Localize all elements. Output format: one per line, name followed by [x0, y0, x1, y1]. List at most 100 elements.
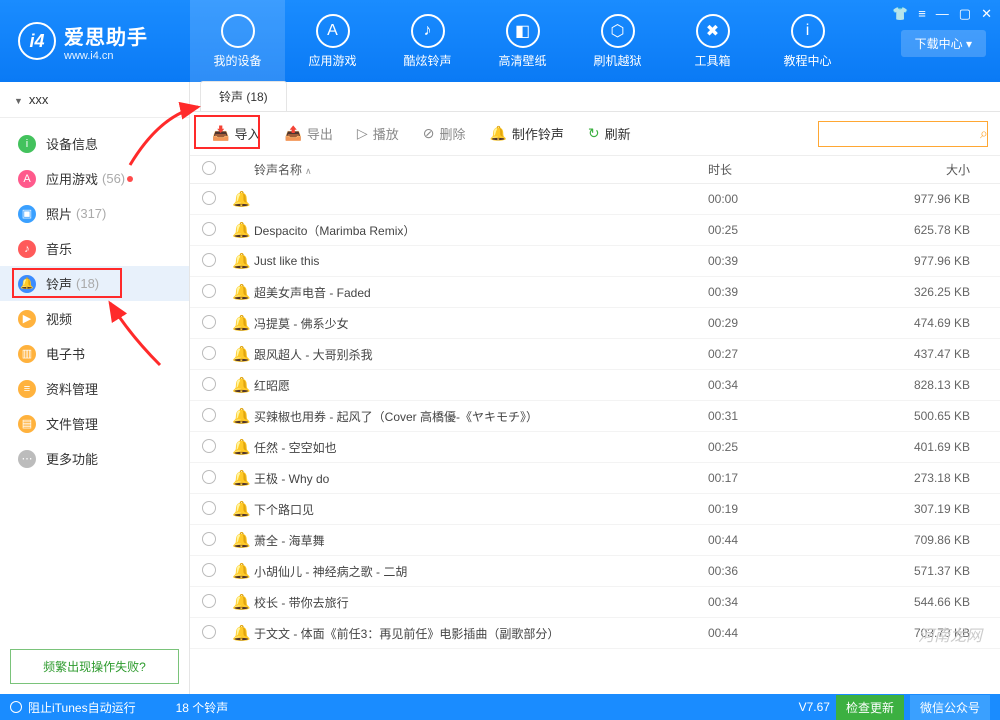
wechat-button[interactable]: 微信公众号 [910, 695, 990, 720]
table-row[interactable]: 🔔小胡仙儿 - 神经病之歌 - 二胡00:36571.37 KB [190, 556, 1000, 587]
table-row[interactable]: 🔔任然 - 空空如也00:25401.69 KB [190, 432, 1000, 463]
device-selector[interactable]: xxx [0, 82, 189, 118]
sidebar-label: 照片 [46, 204, 72, 223]
row-checkbox[interactable] [202, 625, 216, 639]
table-row[interactable]: 🔔跟风超人 - 大哥别杀我00:27437.47 KB [190, 339, 1000, 370]
search-box[interactable]: ⌕ [818, 121, 988, 147]
item-count: 18 个铃声 [176, 699, 229, 716]
table-row[interactable]: 🔔王极 - Why do00:17273.18 KB [190, 463, 1000, 494]
row-checkbox[interactable] [202, 594, 216, 608]
minimize-icon[interactable]: — [936, 6, 949, 22]
table-row[interactable]: 🔔冯提莫 - 佛系少女00:29474.69 KB [190, 308, 1000, 339]
bell-icon: 🔔 [232, 190, 254, 208]
close-icon[interactable]: ✕ [981, 6, 992, 22]
row-checkbox[interactable] [202, 439, 216, 453]
play-button[interactable]: ▷播放 [347, 119, 409, 148]
row-checkbox[interactable] [202, 284, 216, 298]
table-row[interactable]: 🔔Despacito（Marimba Remix）00:25625.78 KB [190, 215, 1000, 246]
export-button[interactable]: 📤导出 [274, 119, 342, 148]
select-all-checkbox[interactable] [202, 161, 216, 175]
search-input[interactable] [825, 127, 980, 141]
delete-button[interactable]: ⊘删除 [413, 119, 476, 148]
table-row[interactable]: 🔔萧全 - 海草舞00:44709.86 KB [190, 525, 1000, 556]
ringtone-name: 任然 - 空空如也 [254, 439, 708, 456]
bell-icon: 🔔 [232, 562, 254, 580]
sidebar-item-设备信息[interactable]: i设备信息 [0, 126, 189, 161]
ringtone-name: 萧全 - 海草舞 [254, 532, 708, 549]
nav-工具箱[interactable]: ✖工具箱 [665, 0, 760, 82]
sidebar-item-音乐[interactable]: ♪音乐 [0, 231, 189, 266]
itunes-block-toggle[interactable]: 阻止iTunes自动运行 [10, 699, 136, 716]
sidebar-item-视频[interactable]: ▶视频 [0, 301, 189, 336]
download-center-button[interactable]: 下载中心 ▾ [901, 30, 986, 57]
ringtone-name: 王极 - Why do [254, 470, 708, 487]
main-area: 铃声 (18) 📥导入 📤导出 ▷播放 ⊘删除 🔔制作铃声 ↻刷新 ⌕ 铃声名称… [190, 82, 1000, 694]
ringtone-duration: 00:29 [708, 316, 858, 330]
sidebar: xxx i设备信息A应用游戏(56)▣照片(317)♪音乐🔔铃声(18)▶视频▥… [0, 82, 190, 694]
row-checkbox[interactable] [202, 253, 216, 267]
import-button[interactable]: 📥导入 [202, 119, 270, 148]
nav-刷机越狱[interactable]: ⬡刷机越狱 [570, 0, 665, 82]
table-row[interactable]: 🔔于文文 - 体面《前任3：再见前任》电影插曲（副歌部分）00:44703.73… [190, 618, 1000, 649]
skin-icon[interactable]: 👕 [892, 6, 908, 22]
sidebar-item-更多功能[interactable]: ⋯更多功能 [0, 441, 189, 476]
row-checkbox[interactable] [202, 346, 216, 360]
row-checkbox[interactable] [202, 377, 216, 391]
ringtone-name: 买辣椒也用券 - 起风了（Cover 高橋優-《ヤキモチ》） [254, 408, 708, 425]
sidebar-count: (56) [102, 171, 125, 186]
table-row[interactable]: 🔔红昭愿00:34828.13 KB [190, 370, 1000, 401]
nav-我的设备[interactable]: 我的设备 [190, 0, 285, 82]
maximize-icon[interactable]: ▢ [959, 6, 971, 22]
nav-label: 教程中心 [783, 52, 831, 69]
table-row[interactable]: 🔔下个路口见00:19307.19 KB [190, 494, 1000, 525]
check-update-button[interactable]: 检查更新 [836, 695, 904, 720]
sidebar-label: 设备信息 [46, 134, 98, 153]
row-checkbox[interactable] [202, 222, 216, 236]
refresh-button[interactable]: ↻刷新 [578, 119, 641, 148]
sidebar-item-电子书[interactable]: ▥电子书 [0, 336, 189, 371]
sidebar-icon: 🔔 [18, 275, 36, 293]
row-checkbox[interactable] [202, 470, 216, 484]
search-icon[interactable]: ⌕ [980, 125, 988, 142]
tab-ringtones[interactable]: 铃声 (18) [200, 81, 287, 111]
menu-icon[interactable]: ≡ [918, 6, 926, 22]
row-checkbox[interactable] [202, 563, 216, 577]
nav-icon: ✖ [696, 14, 730, 48]
delete-label: 删除 [439, 124, 465, 143]
nav-icon: ◧ [506, 14, 540, 48]
row-checkbox[interactable] [202, 408, 216, 422]
ringtone-duration: 00:44 [708, 626, 858, 640]
sidebar-icon: ▤ [18, 415, 36, 433]
ringtone-name: 校长 - 带你去旅行 [254, 594, 708, 611]
sidebar-item-文件管理[interactable]: ▤文件管理 [0, 406, 189, 441]
table-row[interactable]: 🔔00:00977.96 KB [190, 184, 1000, 215]
col-duration[interactable]: 时长 [708, 161, 858, 178]
row-checkbox[interactable] [202, 501, 216, 515]
table-row[interactable]: 🔔校长 - 带你去旅行00:34544.66 KB [190, 587, 1000, 618]
row-checkbox[interactable] [202, 532, 216, 546]
sidebar-icon: ≡ [18, 380, 36, 398]
sidebar-icon: ♪ [18, 240, 36, 258]
table-row[interactable]: 🔔买辣椒也用券 - 起风了（Cover 高橋優-《ヤキモチ》）00:31500.… [190, 401, 1000, 432]
ringtone-size: 977.96 KB [858, 254, 988, 268]
table-row[interactable]: 🔔超美女声电音 - Faded00:39326.25 KB [190, 277, 1000, 308]
play-label: 播放 [373, 124, 399, 143]
sidebar-item-资料管理[interactable]: ≡资料管理 [0, 371, 189, 406]
nav-应用游戏[interactable]: A应用游戏 [285, 0, 380, 82]
nav-酷炫铃声[interactable]: ♪酷炫铃声 [380, 0, 475, 82]
sidebar-item-铃声[interactable]: 🔔铃声(18) [0, 266, 189, 301]
make-ringtone-button[interactable]: 🔔制作铃声 [479, 119, 573, 148]
sidebar-item-照片[interactable]: ▣照片(317) [0, 196, 189, 231]
help-link[interactable]: 频繁出现操作失败? [10, 649, 179, 684]
row-checkbox[interactable] [202, 191, 216, 205]
ringtone-duration: 00:17 [708, 471, 858, 485]
ringtone-size: 500.65 KB [858, 409, 988, 423]
sidebar-item-应用游戏[interactable]: A应用游戏(56) [0, 161, 189, 196]
nav-教程中心[interactable]: i教程中心 [760, 0, 855, 82]
ringtone-duration: 00:27 [708, 347, 858, 361]
col-name[interactable]: 铃声名称 [254, 163, 302, 177]
table-row[interactable]: 🔔Just like this00:39977.96 KB [190, 246, 1000, 277]
col-size[interactable]: 大小 [858, 161, 988, 178]
row-checkbox[interactable] [202, 315, 216, 329]
nav-高清壁纸[interactable]: ◧高清壁纸 [475, 0, 570, 82]
